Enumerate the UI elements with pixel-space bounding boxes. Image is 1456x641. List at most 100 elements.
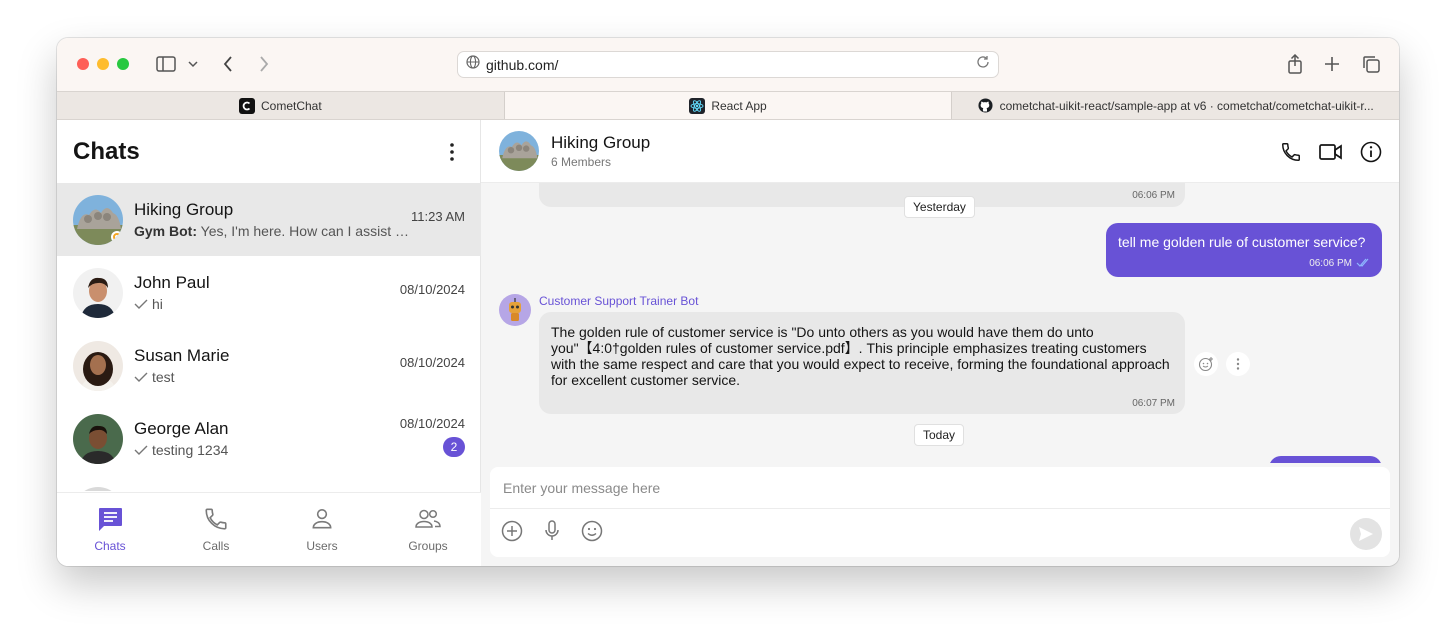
- chat-app: Chats Hiking Group Gym Bot: Yes, I'm her: [57, 120, 1399, 566]
- conversation-panel: Hiking Group 6 Members 06:06 PM Yesterda…: [481, 120, 1399, 566]
- message-time: 06:07 PM: [1132, 398, 1175, 409]
- member-count: 6 Members: [551, 155, 612, 169]
- more-options-icon[interactable]: [440, 140, 464, 164]
- bot-message-bubble[interactable]: The golden rule of customer service is "…: [539, 312, 1185, 414]
- url-text: github.com/: [486, 56, 559, 73]
- tab-github[interactable]: cometchat-uikit-react/sample-app at v6 ·…: [952, 92, 1399, 119]
- sent-check-icon: [134, 440, 148, 460]
- unread-badge: 2: [443, 437, 465, 457]
- chat-time: 08/10/2024: [399, 416, 465, 431]
- nav-users[interactable]: Users: [269, 493, 375, 566]
- sent-check-icon: [134, 294, 148, 314]
- message-list: 06:06 PM Yesterday tell me golden rule o…: [481, 183, 1399, 463]
- minimize-window-button[interactable]: [97, 58, 109, 70]
- phone-icon: [203, 506, 229, 535]
- chat-item-hiking-group[interactable]: Hiking Group Gym Bot: Yes, I'm here. How…: [57, 183, 481, 256]
- reload-icon[interactable]: [976, 55, 990, 74]
- user-icon: [309, 506, 335, 535]
- tab-strip: CometChat React App cometchat-uikit-reac…: [57, 91, 1399, 120]
- conversation-title: Hiking Group: [551, 133, 651, 152]
- add-attachment-icon[interactable]: [500, 519, 524, 543]
- message-text: tell me golden rule of customer service?: [1118, 234, 1366, 250]
- forward-arrow-icon[interactable]: [252, 52, 276, 76]
- message-time: 06:06 PM: [1309, 257, 1352, 269]
- tab-label: React App: [711, 98, 767, 113]
- message-input[interactable]: [490, 467, 1390, 509]
- globe-icon: [466, 55, 480, 74]
- chats-sidebar: Chats Hiking Group Gym Bot: Yes, I'm her: [57, 120, 481, 566]
- nav-label: Groups: [408, 539, 448, 553]
- sidebar-header: Chats: [57, 120, 480, 183]
- browser-toolbar: github.com/: [57, 38, 1399, 91]
- send-button[interactable]: [1350, 518, 1382, 550]
- chat-item-george-alan[interactable]: George Alan testing 1234 08/10/2024 2: [57, 402, 481, 475]
- chat-item-john-paul[interactable]: John Paul hi 08/10/2024: [57, 256, 481, 329]
- group-avatar: [499, 131, 539, 171]
- tab-react-app[interactable]: React App: [504, 92, 953, 119]
- address-bar[interactable]: github.com/: [457, 51, 999, 78]
- avatar: [73, 486, 123, 491]
- chats-icon: [96, 506, 124, 535]
- avatar: [73, 413, 123, 464]
- preview-text: Yes, I'm here. How can I assist yo...: [200, 222, 414, 239]
- voice-call-icon[interactable]: [1279, 140, 1303, 164]
- microphone-icon[interactable]: [540, 519, 564, 543]
- groups-icon: [413, 506, 443, 535]
- nav-label: Calls: [202, 539, 230, 553]
- emoji-icon[interactable]: [580, 519, 604, 543]
- preview-sender: Gym Bot:: [134, 222, 197, 239]
- chat-item-susan-marie[interactable]: Susan Marie test 08/10/2024: [57, 329, 481, 402]
- preview-text: hi: [152, 295, 163, 312]
- back-arrow-icon[interactable]: [216, 52, 240, 76]
- nav-label: Users: [306, 539, 338, 553]
- browser-window: github.com/ CometChat React App cometcha…: [57, 38, 1399, 566]
- nav-groups[interactable]: Groups: [375, 493, 481, 566]
- chevron-down-icon[interactable]: [181, 52, 205, 76]
- chat-preview: test: [134, 367, 414, 387]
- tab-label: cometchat-uikit-react/sample-app at v6 ·…: [999, 98, 1374, 113]
- chat-preview: hi: [134, 294, 414, 314]
- message-text: The golden rule of customer service is "…: [551, 324, 1170, 388]
- chat-time: 11:23 AM: [411, 209, 465, 224]
- new-tab-plus-icon[interactable]: [1320, 52, 1344, 76]
- sidebar-toggle-icon[interactable]: [154, 52, 178, 76]
- nav-label: Chats: [94, 539, 126, 553]
- tab-overview-icon[interactable]: [1359, 52, 1383, 76]
- add-reaction-icon[interactable]: [1194, 352, 1218, 376]
- github-favicon-icon: [978, 98, 994, 114]
- video-call-icon[interactable]: [1319, 140, 1343, 164]
- info-icon[interactable]: [1359, 140, 1383, 164]
- react-favicon-icon: [689, 97, 706, 114]
- tab-cometchat[interactable]: CometChat: [57, 92, 505, 119]
- avatar: [73, 194, 123, 245]
- sent-check-icon: [134, 367, 148, 387]
- tab-label: CometChat: [260, 98, 322, 113]
- bot-sender-name: Customer Support Trainer Bot: [539, 294, 699, 308]
- bot-avatar: [499, 294, 531, 326]
- zoom-window-button[interactable]: [117, 58, 129, 70]
- date-separator: Today: [914, 424, 965, 446]
- nav-calls[interactable]: Calls: [163, 493, 269, 566]
- chat-time: 08/10/2024: [399, 355, 465, 370]
- cometchat-favicon-icon: [238, 97, 255, 114]
- outgoing-message-bubble[interactable]: [1269, 456, 1382, 463]
- message-composer: [490, 467, 1390, 557]
- date-separator: Yesterday: [904, 196, 975, 218]
- conversation-header: Hiking Group 6 Members: [481, 120, 1399, 183]
- away-status-icon: [111, 230, 123, 243]
- share-icon[interactable]: [1283, 52, 1307, 76]
- close-window-button[interactable]: [77, 58, 89, 70]
- send-icon: [1359, 527, 1373, 541]
- preview-text: test: [152, 368, 175, 385]
- read-receipt-icon: [1356, 254, 1370, 272]
- chat-preview: testing 1234: [134, 440, 414, 460]
- avatar: [73, 340, 123, 391]
- preview-text: testing 1234: [152, 441, 229, 458]
- chat-item-partial[interactable]: [57, 475, 481, 491]
- message-options-icon[interactable]: [1226, 352, 1250, 376]
- incoming-message-bubble[interactable]: 06:06 PM: [539, 183, 1185, 207]
- nav-chats[interactable]: Chats: [57, 493, 163, 566]
- bottom-navigation: Chats Calls Users Groups: [57, 492, 481, 566]
- outgoing-message-bubble[interactable]: tell me golden rule of customer service?…: [1106, 223, 1382, 277]
- message-time: 06:06 PM: [1132, 190, 1175, 201]
